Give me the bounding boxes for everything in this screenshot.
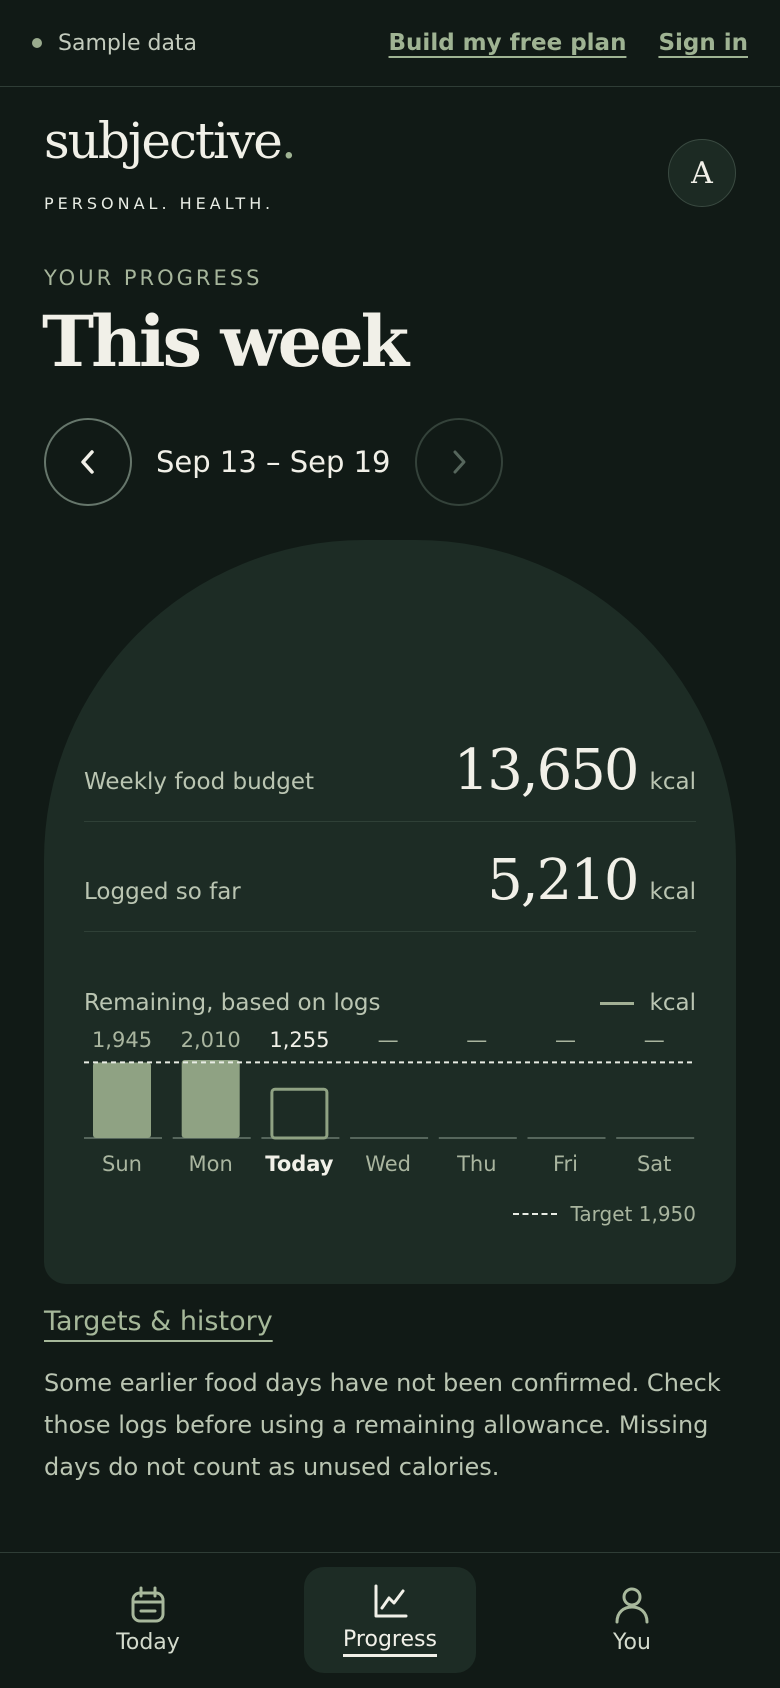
day-label-today: Today bbox=[265, 1152, 334, 1176]
day-label-fri: Fri bbox=[552, 1152, 579, 1176]
targets-history-link[interactable]: Targets & history bbox=[44, 1306, 273, 1337]
chevron-left-icon bbox=[81, 450, 94, 474]
next-week-button[interactable] bbox=[414, 418, 503, 506]
day-label-sun: Sun bbox=[102, 1152, 142, 1176]
unconfirmed-days-note: Some earlier food days have not been con… bbox=[44, 1369, 721, 1481]
weekly-summary-card: Weekly food budget 13,650 kcal Logged so… bbox=[44, 540, 736, 1284]
bar-today bbox=[270, 1087, 329, 1140]
day-label-sat: Sat bbox=[636, 1152, 672, 1176]
bar-sun bbox=[93, 1062, 151, 1138]
nav-progress[interactable]: Progress bbox=[304, 1567, 476, 1673]
bar-value-label: 2,010 bbox=[180, 1028, 241, 1052]
week-navigator: Sep 13 – Sep 19 bbox=[44, 418, 503, 506]
nav-you-label: You bbox=[613, 1629, 651, 1655]
logo[interactable]: subjective. bbox=[44, 112, 297, 170]
logged-row: Logged so far 5,210 kcal bbox=[84, 822, 696, 932]
logo-dot: . bbox=[280, 112, 297, 170]
sample-data-label: Sample data bbox=[58, 30, 198, 56]
target-legend-swatch bbox=[512, 1213, 557, 1215]
day-label-thu: Thu bbox=[457, 1152, 497, 1176]
day-label-wed: Wed bbox=[365, 1152, 411, 1176]
sign-in-link[interactable]: Sign in bbox=[658, 30, 748, 56]
user-icon bbox=[615, 1587, 649, 1623]
status-dot bbox=[32, 38, 42, 48]
bar-value-label: — bbox=[643, 1028, 665, 1052]
daily-intake-chart: Target 1,950 1,945 Sun 2,010 Mon 1,255 Today —… bbox=[84, 1008, 696, 1248]
sample-data-indicator: Sample data bbox=[32, 31, 197, 56]
bar-value-label: — bbox=[377, 1028, 399, 1052]
budget-unit: kcal bbox=[649, 769, 696, 795]
logged-unit: kcal bbox=[649, 879, 696, 905]
budget-label: Weekly food budget bbox=[84, 769, 315, 795]
avatar[interactable]: A bbox=[668, 139, 736, 207]
section-eyebrow: YOUR PROGRESS bbox=[44, 266, 263, 290]
bar-value-label: — bbox=[555, 1028, 576, 1052]
previous-week-button[interactable] bbox=[44, 418, 132, 506]
budget-row: Weekly food budget 13,650 kcal bbox=[84, 680, 696, 822]
budget-value: 13,650 bbox=[453, 738, 640, 803]
bar-mon bbox=[181, 1060, 240, 1138]
remaining-empty-dash bbox=[599, 1001, 634, 1005]
logged-value: 5,210 bbox=[487, 848, 639, 913]
bottom-navigation: Today Progress You bbox=[0, 1552, 780, 1688]
bar-value-label: 1,255 bbox=[269, 1028, 330, 1052]
build-plan-link[interactable]: Build my free plan bbox=[389, 30, 627, 56]
chart-legend: Target 1,950 bbox=[512, 1202, 697, 1226]
day-label-mon: Mon bbox=[188, 1152, 233, 1176]
chevron-right-icon bbox=[453, 450, 465, 474]
bar-value-label: 1,945 bbox=[91, 1028, 153, 1052]
tagline: PERSONAL. HEALTH. bbox=[44, 194, 275, 213]
line-chart-icon bbox=[374, 1584, 408, 1618]
bar-value-label: — bbox=[466, 1028, 488, 1052]
target-legend-label: Target 1,950 bbox=[570, 1202, 697, 1226]
calendar-icon bbox=[131, 1586, 165, 1622]
nav-today[interactable]: Today bbox=[62, 1567, 234, 1673]
logo-text: subjective bbox=[44, 112, 283, 170]
nav-you[interactable]: You bbox=[546, 1567, 718, 1673]
nav-progress-label: Progress bbox=[343, 1627, 437, 1657]
page-title: This week bbox=[42, 300, 409, 383]
date-range: Sep 13 – Sep 19 bbox=[156, 445, 391, 479]
logged-label: Logged so far bbox=[84, 879, 241, 905]
top-bar: Sample data Build my free plan Sign in bbox=[0, 0, 780, 87]
nav-today-label: Today bbox=[116, 1629, 180, 1655]
